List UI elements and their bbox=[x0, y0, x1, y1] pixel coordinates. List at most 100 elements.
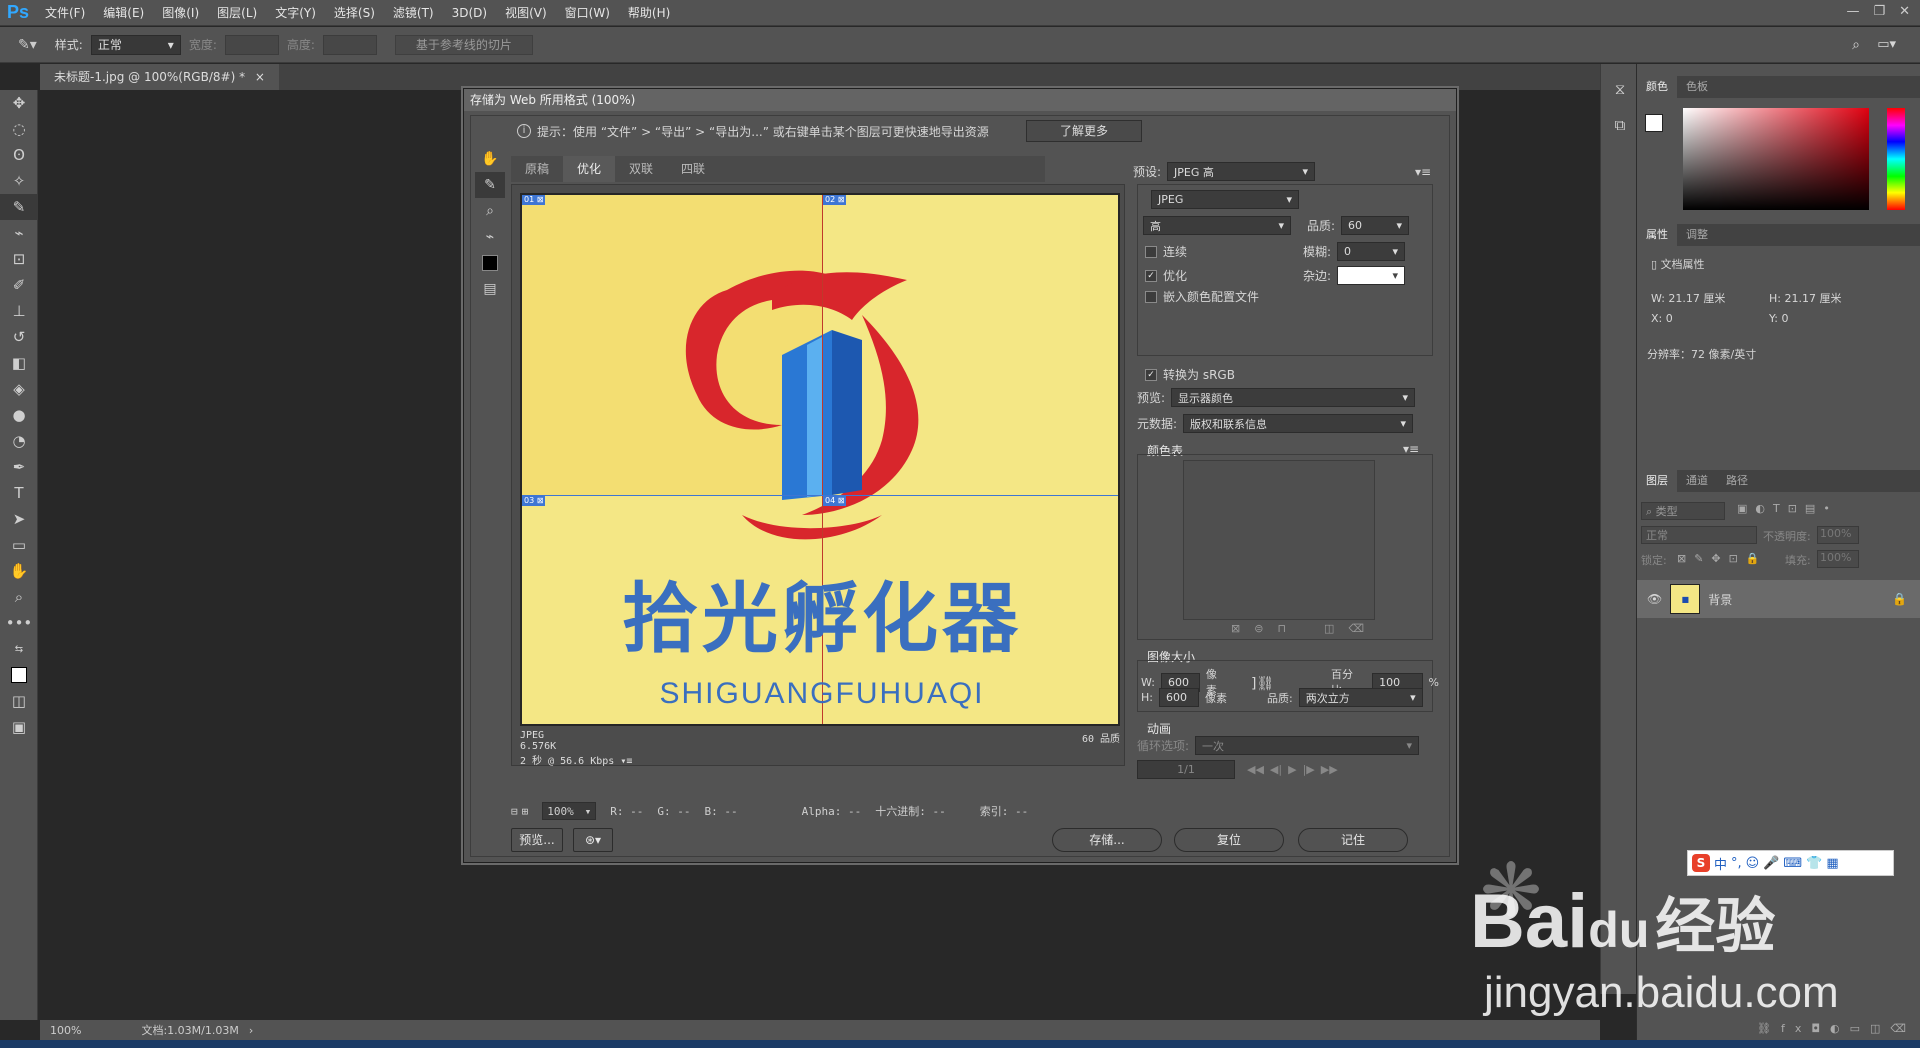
layers-footer-icons[interactable]: ⛓fx◘◐▭◫⌫ bbox=[1757, 1022, 1916, 1035]
width-input[interactable] bbox=[224, 34, 279, 55]
resample-select[interactable]: 两次立方 ▾ bbox=[1298, 688, 1423, 707]
menu-filter[interactable]: 滤镜(T) bbox=[384, 0, 443, 26]
loop-select[interactable]: 一次 ▾ bbox=[1195, 736, 1420, 755]
search-icon[interactable]: ⌕ bbox=[1852, 37, 1860, 53]
color-table[interactable] bbox=[1183, 460, 1375, 620]
eraser-tool-icon[interactable]: ◧ bbox=[0, 350, 38, 376]
browser-preview-button[interactable]: ⊛▾ bbox=[573, 828, 613, 852]
menu-select[interactable]: 选择(S) bbox=[325, 0, 384, 26]
move-tool-icon[interactable]: ✥ bbox=[0, 90, 38, 116]
menu-image[interactable]: 图像(I) bbox=[153, 0, 208, 26]
eye-icon[interactable]: 👁 bbox=[1647, 592, 1662, 606]
slice-label-01[interactable]: 01 ⊠ bbox=[522, 195, 546, 205]
zoom-tool-icon[interactable]: ⌕ bbox=[475, 198, 505, 224]
document-info[interactable]: 文档:1.03M/1.03M bbox=[141, 1022, 238, 1038]
metadata-select[interactable]: 版权和联系信息 ▾ bbox=[1183, 414, 1414, 433]
blend-mode-select[interactable]: 正常 bbox=[1641, 526, 1757, 544]
opacity-input[interactable]: 100% bbox=[1817, 526, 1859, 544]
tab-original[interactable]: 原稿 bbox=[511, 156, 563, 182]
eyedropper-color-icon[interactable] bbox=[475, 250, 505, 276]
sogou-icon[interactable]: S bbox=[1692, 854, 1710, 872]
color-swatch-icon[interactable] bbox=[0, 662, 38, 688]
toggle-slices-icon[interactable]: ▤ bbox=[475, 276, 505, 302]
lasso-tool-icon[interactable]: ʘ bbox=[0, 142, 38, 168]
slice-tool-icon[interactable]: ✎▾ bbox=[18, 37, 37, 53]
menu-layer[interactable]: 图层(L) bbox=[208, 0, 266, 26]
color-field[interactable] bbox=[1683, 108, 1869, 210]
height-input[interactable]: 600 bbox=[1158, 688, 1199, 707]
tab-layers[interactable]: 图层 bbox=[1637, 470, 1677, 492]
zoom-tool-icon[interactable]: ⌕ bbox=[0, 584, 38, 610]
next-frame-icon[interactable]: |▶ bbox=[1303, 763, 1315, 776]
slice-label-02[interactable]: 02 ⊠ bbox=[823, 195, 847, 205]
tab-optimized[interactable]: 优化 bbox=[563, 156, 616, 182]
hue-slider[interactable] bbox=[1887, 108, 1905, 210]
zoom-level[interactable]: 100% bbox=[50, 1024, 81, 1037]
srgb-checkbox[interactable]: ✓ bbox=[1145, 368, 1157, 381]
rectangle-tool-icon[interactable]: ▭ bbox=[0, 532, 38, 558]
optimized-checkbox[interactable]: ✓ bbox=[1145, 269, 1157, 282]
more-tools-icon[interactable]: ••• bbox=[0, 610, 38, 636]
preview-image[interactable]: 01 ⊠ 02 ⊠ 03 ⊠ 04 ⊠ 拾光孵化器 SHIGUANGFUHUAQ… bbox=[520, 193, 1120, 726]
lock-icons[interactable]: ⊠✎✥⊡🔒 bbox=[1677, 552, 1768, 565]
menu-view[interactable]: 视图(V) bbox=[496, 0, 556, 26]
properties-panel-icon[interactable]: ⧉ bbox=[1601, 112, 1639, 138]
layer-row[interactable]: 👁 ■ 背景 🔒 bbox=[1637, 580, 1920, 618]
chevron-right-icon[interactable]: › bbox=[249, 1024, 253, 1037]
tab-swatches[interactable]: 色板 bbox=[1677, 76, 1717, 98]
menu-file[interactable]: 文件(F) bbox=[36, 0, 94, 26]
screen-mode-icon[interactable]: ▣ bbox=[0, 714, 38, 740]
menu-edit[interactable]: 编辑(E) bbox=[94, 0, 153, 26]
document-tab[interactable]: 未标题-1.jpg @ 100%(RGB/8#) * × bbox=[40, 64, 279, 90]
minimize-icon[interactable]: — bbox=[1846, 0, 1859, 24]
eyedropper-tool-icon[interactable]: ⌁ bbox=[0, 220, 38, 246]
height-input[interactable] bbox=[322, 34, 377, 55]
slice-select-tool-icon[interactable]: ✎ bbox=[475, 172, 505, 198]
learn-more-button[interactable]: 了解更多 bbox=[1026, 120, 1142, 142]
new-color-icon[interactable]: ◫ bbox=[1324, 622, 1334, 635]
preview-select[interactable]: 显示器颜色 ▾ bbox=[1171, 388, 1416, 407]
first-frame-icon[interactable]: ◀◀ bbox=[1247, 763, 1264, 776]
quality-preset-select[interactable]: 高 ▾ bbox=[1143, 216, 1291, 235]
type-tool-icon[interactable]: T bbox=[0, 480, 38, 506]
style-select[interactable]: 正常 ▾ bbox=[90, 34, 181, 55]
foreground-color-swatch[interactable] bbox=[1645, 114, 1663, 132]
lock-color-icon[interactable]: ⊓ bbox=[1277, 622, 1286, 635]
ime-voice-icon[interactable]: 🎤 bbox=[1763, 856, 1779, 871]
zoom-in-icon[interactable]: ⊞ bbox=[522, 805, 529, 818]
menu-help[interactable]: 帮助(H) bbox=[619, 0, 679, 26]
swap-colors-icon[interactable]: ⇆ bbox=[0, 636, 38, 662]
dodge-tool-icon[interactable]: ◔ bbox=[0, 428, 38, 454]
tab-color[interactable]: 颜色 bbox=[1637, 76, 1677, 98]
history-brush-icon[interactable]: ↺ bbox=[0, 324, 38, 350]
save-button[interactable]: 存储... bbox=[1052, 828, 1162, 852]
history-panel-icon[interactable]: ⧖ bbox=[1601, 76, 1639, 102]
reset-button[interactable]: 复位 bbox=[1174, 828, 1284, 852]
zoom-select[interactable]: 100% ▾ bbox=[542, 802, 597, 820]
blur-tool-icon[interactable]: ● bbox=[0, 402, 38, 428]
remember-button[interactable]: 记住 bbox=[1298, 828, 1408, 852]
tab-channels[interactable]: 通道 bbox=[1677, 470, 1717, 492]
last-frame-icon[interactable]: ▶▶ bbox=[1321, 763, 1338, 776]
matte-select[interactable]: ▾ bbox=[1337, 266, 1406, 285]
map-color-icon[interactable]: ⊠ bbox=[1231, 622, 1240, 635]
panel-menu-icon[interactable]: ▾≡ bbox=[1415, 165, 1431, 179]
fill-input[interactable]: 100% bbox=[1817, 550, 1859, 568]
restore-icon[interactable]: ❐ bbox=[1873, 0, 1885, 24]
close-icon[interactable]: × bbox=[255, 70, 265, 84]
tab-paths[interactable]: 路径 bbox=[1717, 470, 1757, 492]
layer-filter-select[interactable]: ⌕ 类型 bbox=[1641, 502, 1725, 520]
zoom-out-icon[interactable]: ⊟ bbox=[511, 805, 518, 818]
ime-chinese[interactable]: 中 bbox=[1714, 854, 1727, 873]
slice-label-04[interactable]: 04 ⊠ bbox=[823, 496, 847, 506]
frame-tool-icon[interactable]: ⊡ bbox=[0, 246, 38, 272]
menu-icon[interactable]: ▾≡ bbox=[620, 756, 632, 767]
ime-punct[interactable]: °, bbox=[1731, 856, 1742, 871]
ime-keyboard-icon[interactable]: ⌨ bbox=[1783, 856, 1802, 871]
delete-color-icon[interactable]: ⌫ bbox=[1348, 622, 1364, 635]
path-select-tool-icon[interactable]: ➤ bbox=[0, 506, 38, 532]
quick-select-tool-icon[interactable]: ✧ bbox=[0, 168, 38, 194]
close-icon[interactable]: ✕ bbox=[1899, 0, 1910, 24]
format-select[interactable]: JPEG ▾ bbox=[1151, 190, 1299, 209]
pen-tool-icon[interactable]: ✒ bbox=[0, 454, 38, 480]
